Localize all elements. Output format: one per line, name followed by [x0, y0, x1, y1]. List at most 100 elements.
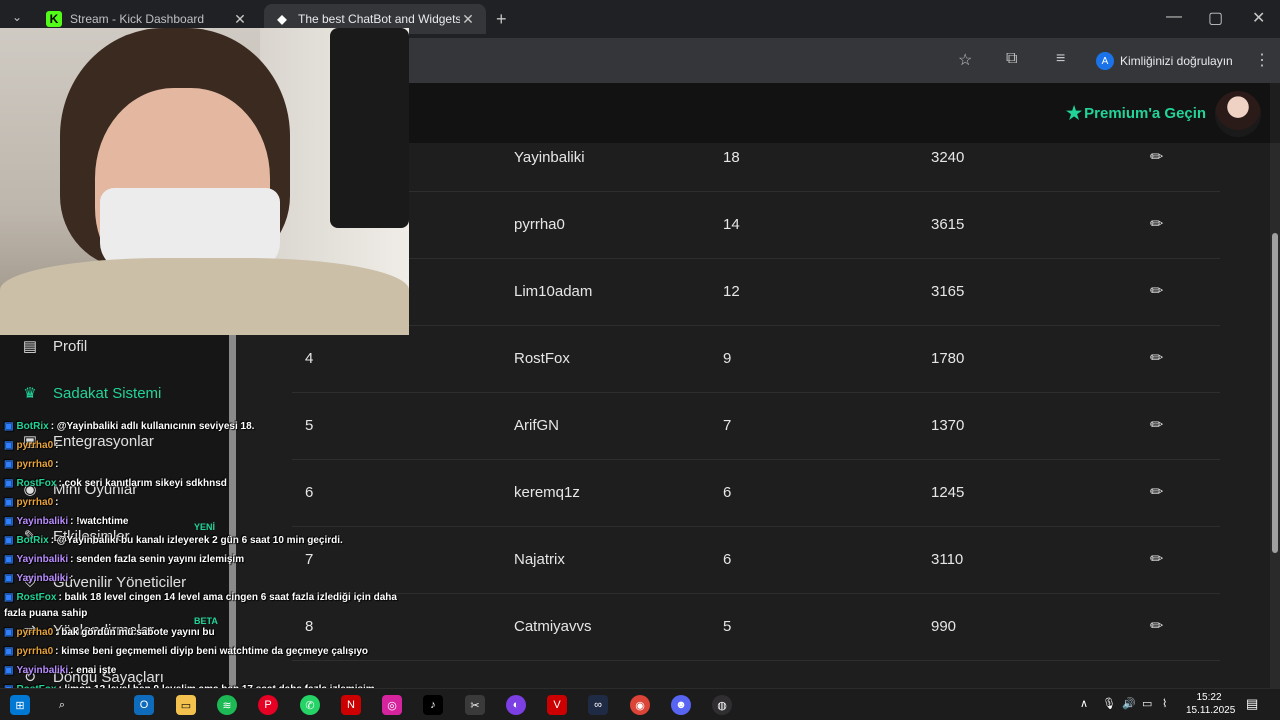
chat-username: pyrrha0: [16, 646, 54, 657]
level-cell: 18: [723, 149, 740, 166]
edit-pencil-icon[interactable]: ✏: [1150, 348, 1163, 368]
points-cell: 1780: [931, 350, 965, 367]
sidebar-item-profile[interactable]: ▤ Profil: [20, 337, 87, 356]
chat-badge-icon: ▣: [4, 592, 14, 603]
chat-badge-icon: ▣: [4, 459, 14, 470]
username-cell: keremq1z: [514, 484, 580, 501]
chat-username: Yayinbaliki: [16, 554, 69, 565]
chat-username: BotRix: [16, 535, 49, 546]
maximize-icon[interactable]: ▢: [1208, 8, 1223, 28]
chat-text: : enai işte: [70, 665, 117, 676]
volume-icon[interactable]: 🔊: [1122, 697, 1136, 710]
profile-button[interactable]: A Kimliğinizi doğrulayın: [1088, 47, 1236, 75]
menu-kebab-icon[interactable]: ⋮: [1254, 50, 1270, 70]
chat-text: :: [55, 497, 59, 508]
chat-text: :: [55, 440, 59, 451]
spotify-icon[interactable]: ≋: [217, 695, 237, 715]
trophy-icon: ♛: [23, 385, 37, 402]
edit-pencil-icon[interactable]: ✏: [1150, 214, 1163, 234]
botrix-icon: ◆: [277, 12, 287, 26]
page-scrollbar-thumb[interactable]: [1272, 233, 1278, 553]
sidebar-scrollbar[interactable]: [229, 335, 236, 688]
chat-message: ▣ pyrrha0: kimse beni geçmemeli diyip ben…: [4, 646, 368, 657]
valorant-icon[interactable]: V: [547, 695, 567, 715]
username-cell: Najatrix: [514, 551, 565, 568]
notification-icon[interactable]: ▤: [1246, 696, 1258, 712]
table-row: 8 Catmiyavvs 5 990 ✏: [292, 594, 1220, 661]
chat-badge-icon: ▣: [4, 665, 14, 676]
pinterest-icon[interactable]: P: [258, 695, 278, 715]
points-cell: 1370: [931, 417, 965, 434]
edit-pencil-icon[interactable]: ✏: [1150, 549, 1163, 569]
instagram-icon[interactable]: ◎: [382, 695, 402, 715]
discord-icon[interactable]: ☻: [671, 695, 691, 715]
edit-pencil-icon[interactable]: ✏: [1150, 147, 1163, 167]
obs-icon[interactable]: ◍: [712, 695, 732, 715]
tab-title: The best ChatBot and Widgets for: [298, 12, 460, 26]
bookmark-star-icon[interactable]: ☆: [958, 50, 972, 70]
chat-text: : !watchtime: [70, 516, 129, 527]
netflix-icon[interactable]: N: [341, 695, 361, 715]
search-icon[interactable]: ⌕: [52, 695, 72, 715]
media-control-icon[interactable]: ≡: [1056, 50, 1065, 68]
sidebar-item-label: Sadakat Sistemi: [53, 384, 162, 402]
capcut-icon[interactable]: ✂: [465, 695, 485, 715]
minimize-icon[interactable]: —: [1166, 8, 1182, 26]
rank-cell: 6: [305, 484, 314, 501]
user-avatar[interactable]: [1215, 91, 1261, 137]
chat-username: pyrrha0: [16, 440, 54, 451]
edit-pencil-icon[interactable]: ✏: [1150, 415, 1163, 435]
points-cell: 1245: [931, 484, 965, 501]
tiktok-icon[interactable]: ♪: [423, 695, 443, 715]
edit-pencil-icon[interactable]: ✏: [1150, 281, 1163, 301]
chat-badge-icon: ▣: [4, 516, 14, 527]
system-clock[interactable]: 15:22 15.11.2025: [1186, 691, 1235, 717]
username-cell: ArifGN: [514, 417, 559, 434]
file-explorer-icon[interactable]: ▭: [176, 695, 196, 715]
chat-message: ▣ Yayinbaliki:: [4, 573, 74, 584]
meta-icon[interactable]: ∞: [588, 695, 608, 715]
battery-icon[interactable]: ▭: [1142, 697, 1152, 710]
points-cell: 3165: [931, 283, 965, 300]
extensions-icon[interactable]: ⧉: [1006, 50, 1017, 68]
microphone-icon[interactable]: 🎙: [1102, 697, 1116, 710]
points-cell: 990: [931, 618, 957, 635]
profile-avatar-icon: A: [1096, 52, 1114, 70]
sidebar-item-loyalty[interactable]: ♛ Sadakat Sistemi: [20, 384, 162, 403]
tray-chevron-icon[interactable]: ∧: [1080, 697, 1088, 710]
level-cell: 9: [723, 350, 732, 367]
windows-start-icon[interactable]: ⊞: [10, 695, 30, 715]
webcam-overlay: [0, 28, 409, 335]
chat-badge-icon: ▣: [4, 440, 14, 451]
chat-text: : bak gördün mü sabote yayını bu: [55, 627, 215, 638]
kick-icon: K: [46, 11, 62, 27]
close-window-icon[interactable]: ✕: [1252, 8, 1265, 28]
level-cell: 5: [723, 618, 732, 635]
close-tab-icon[interactable]: ✕: [232, 11, 248, 28]
chat-badge-icon: ▣: [4, 421, 14, 432]
close-tab-icon[interactable]: ✕: [460, 11, 476, 28]
edit-pencil-icon[interactable]: ✏: [1150, 482, 1163, 502]
level-cell: 14: [723, 216, 740, 233]
chat-message: ▣ pyrrha0:: [4, 459, 58, 470]
chat-text: : çok seri kanıtlarım sikeyi sdkhnsd: [58, 478, 227, 489]
table-row: pyrrha0 14 3615 ✏: [292, 192, 1220, 259]
username-cell: RostFox: [514, 350, 570, 367]
chat-text: : @Yayinbaliki adlı kullanıcının seviyes…: [50, 421, 255, 432]
wifi-icon[interactable]: ⌇: [1162, 697, 1167, 710]
level-cell: 12: [723, 283, 740, 300]
premium-button[interactable]: ★ Premium'a Geçin: [1066, 103, 1206, 124]
app-icon[interactable]: ◐: [506, 695, 526, 715]
level-cell: 6: [723, 484, 732, 501]
star-icon: ★: [1066, 103, 1083, 123]
edit-pencil-icon[interactable]: ✏: [1150, 616, 1163, 636]
chrome-icon[interactable]: ◉: [630, 695, 650, 715]
tab-search-icon[interactable]: ⌄: [12, 10, 22, 24]
chat-username: RostFox: [16, 478, 57, 489]
whatsapp-icon[interactable]: ✆: [300, 695, 320, 715]
points-cell: 3110: [931, 551, 964, 568]
chat-username: RostFox: [16, 592, 57, 603]
outlook-icon[interactable]: O: [134, 695, 154, 715]
chat-badge-icon: ▣: [4, 535, 14, 546]
new-tab-icon[interactable]: +: [496, 9, 507, 30]
